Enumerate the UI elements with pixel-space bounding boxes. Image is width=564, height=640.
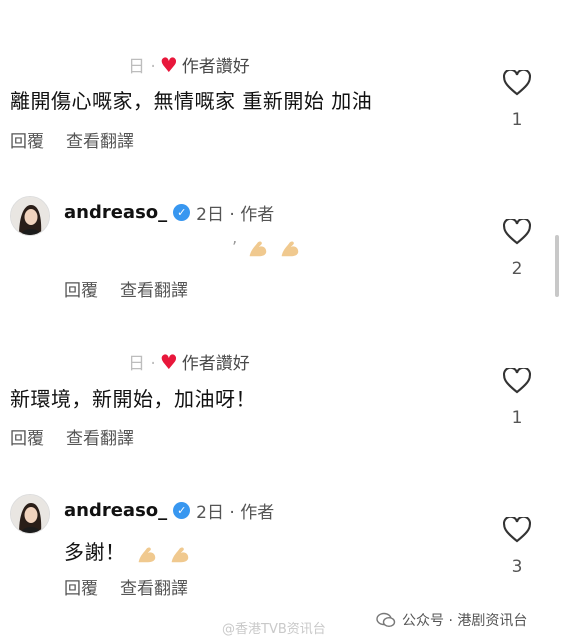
like-count: 1: [511, 408, 523, 428]
like-column: 1: [497, 70, 537, 130]
comment-text-fragment: 多謝！: [64, 540, 126, 564]
author-liked-heart-icon: ♥: [159, 349, 178, 374]
flexed-biceps-icon: [139, 547, 156, 562]
wechat-source-label: 公众号 · 港剧资讯台: [376, 610, 527, 630]
flexed-biceps-icon: [281, 241, 299, 257]
like-heart-icon[interactable]: [503, 70, 531, 96]
comment-meta: 2日 · 作者: [196, 205, 275, 225]
comment-meta: 日 · ♥ 作者讚好: [128, 52, 250, 78]
like-count: 2: [511, 259, 523, 279]
author-liked-heart-icon: ♥: [159, 52, 178, 77]
username[interactable]: andreaso_: [64, 202, 167, 223]
comment-meta: 2日 · 作者: [196, 503, 275, 523]
wechat-icon: [376, 612, 396, 628]
comment-actions: 回覆 查看翻譯: [10, 127, 134, 152]
comment-header: andreaso_ ✓ 2日 · 作者: [64, 200, 274, 225]
reply-button[interactable]: 回覆: [64, 276, 98, 301]
like-heart-icon[interactable]: [503, 368, 531, 394]
like-column: 3: [497, 517, 537, 577]
comment-text: ’: [232, 237, 301, 259]
avatar[interactable]: [10, 494, 50, 534]
see-translation-button[interactable]: 查看翻譯: [120, 276, 188, 301]
reply-button[interactable]: 回覆: [10, 424, 44, 449]
comment-text-fragment: ’: [232, 237, 238, 257]
see-translation-button[interactable]: 查看翻譯: [66, 127, 134, 152]
flexed-biceps-icon: [249, 241, 267, 257]
like-column: 1: [497, 368, 537, 428]
author-liked-label: 作者讚好: [181, 57, 250, 77]
like-column: 2: [497, 219, 537, 279]
see-translation-button[interactable]: 查看翻譯: [120, 574, 188, 599]
like-heart-icon[interactable]: [503, 517, 531, 543]
like-count: 3: [511, 557, 523, 577]
comment-meta-prefix: 日 ·: [128, 354, 156, 374]
verified-badge-icon: ✓: [173, 204, 191, 221]
flexed-biceps-icon: [171, 547, 189, 562]
comment-actions: 回覆 查看翻譯: [10, 424, 134, 449]
reply-button[interactable]: 回覆: [64, 574, 98, 599]
comment-actions: 回覆 查看翻譯: [64, 574, 188, 599]
avatar-image: [11, 197, 49, 235]
see-translation-button[interactable]: 查看翻譯: [66, 424, 134, 449]
comment-text: 離開傷心嘅家，無情嘅家 重新開始 加油: [10, 89, 373, 113]
like-heart-icon[interactable]: [503, 219, 531, 245]
username[interactable]: andreaso_: [64, 500, 167, 521]
reply-button[interactable]: 回覆: [10, 127, 44, 152]
avatar-image: [11, 495, 49, 533]
wechat-account-name: 公众号 · 港剧资讯台: [402, 613, 528, 629]
verified-badge-icon: ✓: [173, 502, 191, 519]
comment-meta: 日 · ♥ 作者讚好: [128, 349, 250, 375]
comment-text: 多謝！: [64, 536, 191, 565]
like-count: 1: [511, 110, 523, 130]
comment-text: 新環境，新開始，加油呀！: [10, 387, 256, 411]
comment-meta-prefix: 日 ·: [128, 57, 156, 77]
avatar[interactable]: [10, 196, 50, 236]
weibo-watermark: @香港TVB资讯台: [222, 622, 326, 637]
comment-header: andreaso_ ✓ 2日 · 作者: [64, 498, 274, 523]
author-liked-label: 作者讚好: [181, 354, 250, 374]
scrollbar[interactable]: [555, 235, 559, 297]
comment-actions: 回覆 查看翻譯: [64, 276, 188, 301]
